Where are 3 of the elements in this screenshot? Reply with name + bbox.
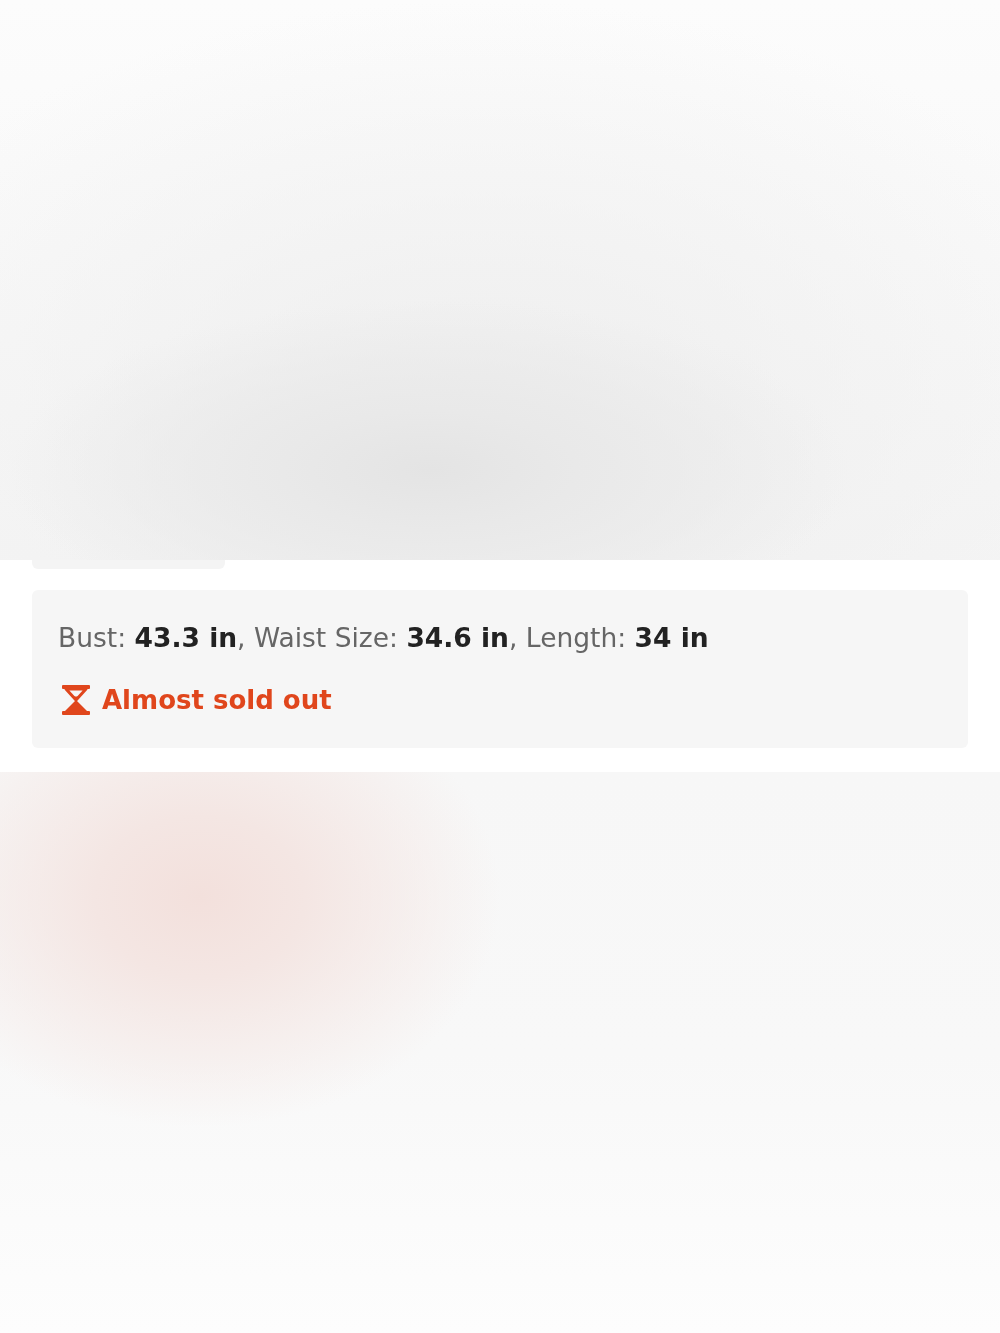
stock-status-text: Almost sold out bbox=[102, 684, 332, 716]
hourglass-icon bbox=[62, 685, 90, 715]
size-measurements: Bust: 43.3 in, Waist Size: 34.6 in, Length: 34 in bbox=[58, 622, 709, 654]
